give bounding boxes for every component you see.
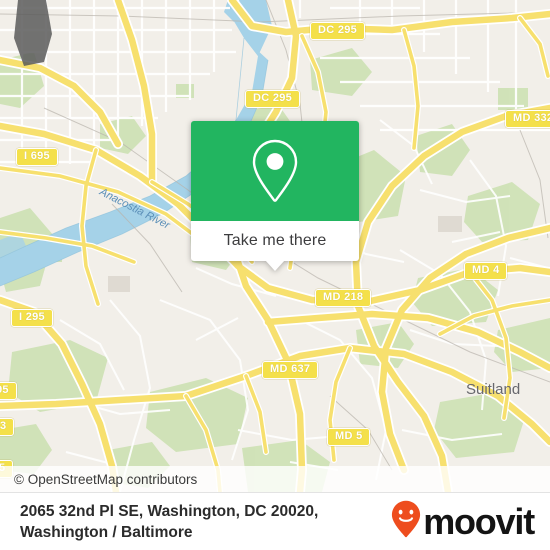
address-line-2: Washington / Baltimore xyxy=(20,523,193,541)
location-popup-card[interactable]: Take me there xyxy=(191,121,359,271)
footer-bar: 2065 32nd Pl SE, Washington, DC 20020, W… xyxy=(0,492,550,550)
road-shield-dc-295-mid[interactable]: DC 295 xyxy=(245,90,301,108)
moovit-map-screenshot: Anacostia River Suitland DC 295 DC 295 M… xyxy=(0,0,550,550)
road-shield-clipped-3[interactable]: 3 xyxy=(0,418,15,436)
popup-tail xyxy=(265,260,285,271)
address-block: 2065 32nd Pl SE, Washington, DC 20020, W… xyxy=(20,501,318,543)
map-canvas[interactable]: Anacostia River Suitland DC 295 DC 295 M… xyxy=(0,0,550,492)
popup-footer[interactable]: Take me there xyxy=(191,221,359,271)
address-line-1: 2065 32nd Pl SE, Washington, DC 20020, xyxy=(20,502,319,520)
take-me-there-button[interactable]: Take me there xyxy=(224,232,327,250)
road-shield-md-332[interactable]: MD 332 xyxy=(505,110,550,128)
road-shield-md-5[interactable]: MD 5 xyxy=(327,428,371,446)
road-shield-dc-295-north[interactable]: DC 295 xyxy=(310,22,366,40)
moovit-smiley-pin-icon xyxy=(391,500,421,543)
road-shield-i-695[interactable]: I 695 xyxy=(16,148,58,166)
map-attribution-bar: © OpenStreetMap contributors xyxy=(0,466,550,492)
road-shield-md-218[interactable]: MD 218 xyxy=(315,289,372,307)
moovit-wordmark: moovit xyxy=(423,500,535,542)
road-shield-md-4[interactable]: MD 4 xyxy=(464,262,508,280)
osm-attribution-text[interactable]: © OpenStreetMap contributors xyxy=(14,472,197,487)
place-label-suitland: Suitland xyxy=(466,381,521,398)
road-shield-clipped-95[interactable]: 95 xyxy=(0,382,17,400)
road-shield-i-295[interactable]: I 295 xyxy=(11,309,53,327)
location-pin-icon xyxy=(249,137,301,205)
road-shield-md-637[interactable]: MD 637 xyxy=(262,361,319,379)
moovit-logo[interactable]: moovit xyxy=(391,500,535,543)
popup-header xyxy=(191,121,359,221)
